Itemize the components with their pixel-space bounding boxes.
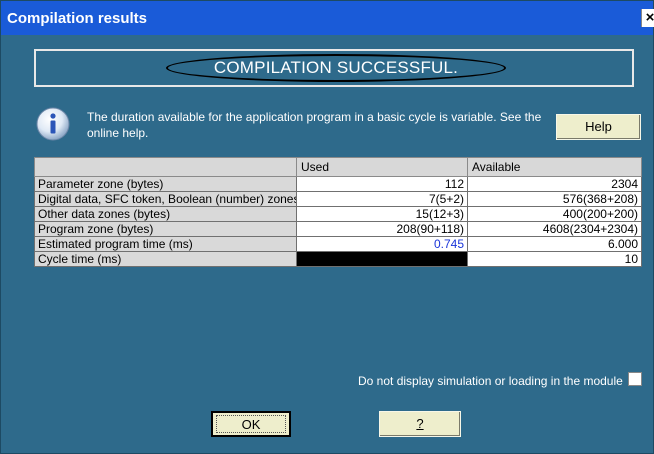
table-corner-cell xyxy=(34,157,297,177)
window-title: Compilation results xyxy=(7,10,148,27)
help-button[interactable]: Help xyxy=(556,114,641,140)
row-label: Digital data, SFC token, Boolean (number… xyxy=(34,191,297,207)
used-value: 112 xyxy=(296,176,468,192)
table-row: Program zone (bytes) 208(90+118) 4608(23… xyxy=(34,221,642,237)
title-bar: Compilation results xyxy=(1,1,653,35)
row-label: Estimated program time (ms) xyxy=(34,236,297,252)
row-label: Cycle time (ms) xyxy=(34,251,297,267)
used-value: 15(12+3) xyxy=(296,206,468,222)
available-value: 4608(2304+2304) xyxy=(467,221,642,237)
table-row: Estimated program time (ms) 0.745 6.000 xyxy=(34,236,642,252)
used-value xyxy=(296,251,468,267)
status-banner: COMPILATION SUCCESSFUL. xyxy=(34,49,634,87)
column-header-available: Available xyxy=(467,157,642,177)
available-value: 400(200+200) xyxy=(467,206,642,222)
close-button[interactable]: × xyxy=(641,9,654,27)
column-header-used: Used xyxy=(296,157,468,177)
row-label: Other data zones (bytes) xyxy=(34,206,297,222)
results-table: Used Available Parameter zone (bytes) 11… xyxy=(34,157,642,267)
row-label: Parameter zone (bytes) xyxy=(34,176,297,192)
table-row: Other data zones (bytes) 15(12+3) 400(20… xyxy=(34,206,642,222)
available-value: 2304 xyxy=(467,176,642,192)
compilation-results-dialog: Compilation results × COMPILATION SUCCES… xyxy=(0,0,654,454)
info-icon xyxy=(36,107,70,141)
info-message: The duration available for the applicati… xyxy=(87,110,542,140)
used-value: 0.745 xyxy=(296,236,468,252)
table-row: Parameter zone (bytes) 112 2304 xyxy=(34,176,642,192)
available-value: 576(368+208) xyxy=(467,191,642,207)
focus-rectangle xyxy=(216,415,286,433)
ok-button[interactable]: OK xyxy=(211,411,291,437)
banner-text: COMPILATION SUCCESSFUL. xyxy=(213,58,459,77)
available-value: 10 xyxy=(467,251,642,267)
table-row: Cycle time (ms) 10 xyxy=(34,251,642,267)
no-display-checkbox[interactable] xyxy=(628,372,642,386)
row-label: Program zone (bytes) xyxy=(34,221,297,237)
used-value: 208(90+118) xyxy=(296,221,468,237)
no-display-checkbox-label: Do not display simulation or loading in … xyxy=(358,374,623,388)
question-help-button[interactable]: ? xyxy=(379,411,461,437)
table-row: Digital data, SFC token, Boolean (number… xyxy=(34,191,642,207)
table-header-row: Used Available xyxy=(34,157,642,177)
used-value: 7(5+2) xyxy=(296,191,468,207)
available-value: 6.000 xyxy=(467,236,642,252)
